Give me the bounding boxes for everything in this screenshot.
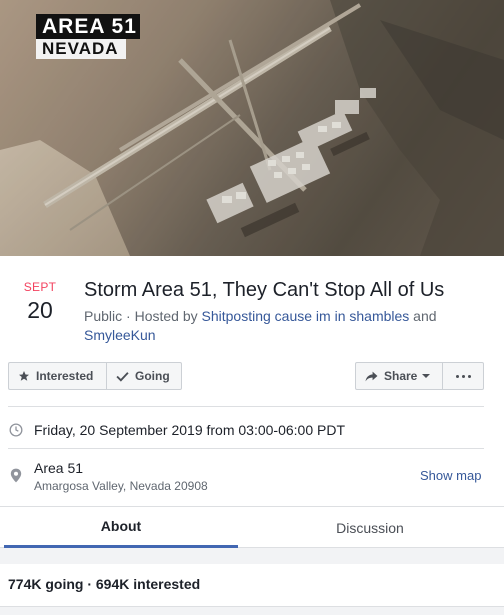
show-map-link[interactable]: Show map bbox=[420, 468, 481, 483]
event-tabs: About Discussion bbox=[0, 506, 504, 548]
section-gap bbox=[0, 606, 504, 615]
interested-label: Interested bbox=[36, 369, 94, 383]
going-label: Going bbox=[135, 369, 170, 383]
tab-discussion[interactable]: Discussion bbox=[240, 507, 500, 548]
attendance-summary[interactable]: 774K going · 694K interested bbox=[8, 576, 200, 592]
more-dots-icon bbox=[455, 374, 471, 378]
going-button[interactable]: Going bbox=[106, 362, 182, 390]
more-options-button[interactable] bbox=[443, 362, 484, 390]
chevron-down-icon bbox=[422, 374, 431, 378]
share-button[interactable]: Share bbox=[355, 362, 443, 390]
and-text: and bbox=[409, 308, 437, 324]
share-label: Share bbox=[384, 369, 418, 383]
share-arrow-icon bbox=[365, 371, 378, 381]
location-name[interactable]: Area 51 bbox=[34, 460, 83, 476]
clock-icon bbox=[9, 423, 23, 437]
caption-line-2: NEVADA bbox=[36, 39, 126, 59]
caption-line-1: AREA 51 bbox=[36, 14, 140, 39]
event-datetime[interactable]: Friday, 20 September 2019 from 03:00-06:… bbox=[34, 422, 345, 438]
news-caption: AREA 51 NEVADA bbox=[36, 14, 140, 59]
tab-about[interactable]: About bbox=[4, 507, 238, 548]
star-icon bbox=[19, 371, 29, 381]
hosted-by-text: · Hosted by bbox=[122, 308, 202, 324]
divider bbox=[8, 406, 484, 407]
location-address: Amargosa Valley, Nevada 20908 bbox=[34, 479, 208, 493]
event-title: Storm Area 51, They Can't Stop All of Us bbox=[84, 279, 445, 301]
event-date: SEPT 20 bbox=[14, 280, 66, 324]
host-link-2[interactable]: SmyleeKun bbox=[84, 327, 156, 343]
interested-button[interactable]: Interested bbox=[8, 362, 106, 390]
host-link-1[interactable]: Shitposting cause im in shambles bbox=[202, 308, 410, 324]
section-gap bbox=[0, 548, 504, 564]
event-month: SEPT bbox=[23, 280, 57, 294]
event-day: 20 bbox=[27, 297, 53, 323]
map-pin-icon bbox=[10, 468, 22, 483]
check-icon bbox=[116, 371, 129, 382]
cover-photo[interactable]: AREA 51 NEVADA bbox=[0, 0, 504, 256]
divider bbox=[8, 448, 484, 449]
event-host-line: Public · Hosted by Shitposting cause im … bbox=[84, 307, 494, 345]
event-visibility: Public bbox=[84, 308, 123, 324]
